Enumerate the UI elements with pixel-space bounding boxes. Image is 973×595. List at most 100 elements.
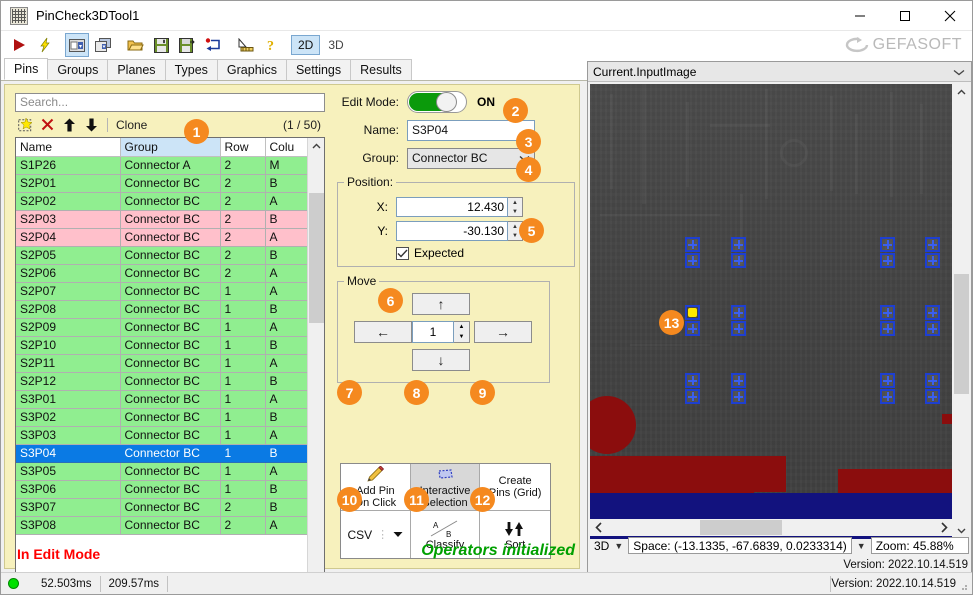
column-header-group[interactable]: Group [120,138,221,157]
pin-marker[interactable] [880,237,895,252]
pin-marker[interactable] [880,253,895,268]
viewer-mode-caret-icon[interactable]: ▼ [612,541,625,551]
canvas-scroll-up-icon[interactable] [953,84,970,101]
table-row[interactable]: S3P07 Connector BC 2 B [16,498,309,517]
view-mode-2d[interactable]: 2D [291,35,321,55]
run-icon[interactable] [7,33,31,57]
tab-groups[interactable]: Groups [47,59,109,80]
expected-row[interactable]: Expected [396,246,568,260]
canvas-vertical-scrollbar[interactable] [953,84,970,539]
scroll-thumb[interactable] [309,193,324,323]
minimize-button[interactable] [837,1,882,31]
table-row[interactable]: S2P04 Connector BC 2 A [16,228,309,247]
table-row[interactable]: S2P07 Connector BC 1 A [16,282,309,301]
search-input[interactable]: Search... [15,93,325,112]
move-step-spinner[interactable]: ▲ ▼ [454,321,470,343]
pin-marker[interactable] [925,237,940,252]
pin-marker[interactable] [685,389,700,404]
pin-marker[interactable] [880,321,895,336]
column-header-name[interactable]: Name [16,138,121,157]
move-step-input[interactable]: 1 [412,321,454,343]
pin-marker[interactable] [880,305,895,320]
table-row[interactable]: S2P12 Connector BC 1 B [16,372,309,391]
move-right-button[interactable]: → [474,321,532,343]
pin-marker[interactable] [925,389,940,404]
table-vertical-scrollbar[interactable] [307,138,324,594]
canvas-scroll-right-icon[interactable] [935,519,952,536]
viewer-source-select[interactable]: Current.InputImage [588,62,971,82]
table-row[interactable]: S3P02 Connector BC 1 B [16,408,309,427]
pin-marker[interactable] [880,373,895,388]
tab-pins[interactable]: Pins [4,58,49,80]
canvas-v-thumb[interactable] [954,274,969,394]
maximize-button[interactable] [882,1,927,31]
tab-results[interactable]: Results [350,59,412,80]
tab-types[interactable]: Types [164,59,218,80]
table-row[interactable]: S3P06 Connector BC 1 B [16,480,309,499]
table-row[interactable]: S2P05 Connector BC 2 B [16,246,309,265]
clone-button[interactable]: Clone [114,118,147,132]
pin-marker[interactable] [925,305,940,320]
help-icon[interactable]: ? [259,33,283,57]
pin-marker[interactable] [685,373,700,388]
x-input[interactable]: 12.430 [396,197,508,217]
x-spinner[interactable]: ▲ ▼ [508,197,523,217]
scroll-up-arrow-icon[interactable] [308,138,324,155]
copy-window-icon[interactable] [91,33,115,57]
pin-marker[interactable] [731,305,746,320]
image-canvas[interactable] [590,84,952,539]
table-row[interactable]: S2P08 Connector BC 1 B [16,300,309,319]
window-panel-icon[interactable] [65,33,89,57]
tab-planes[interactable]: Planes [107,59,166,80]
pin-marker[interactable] [731,373,746,388]
save-as-icon[interactable] [175,33,199,57]
column-header-row[interactable]: Row [220,138,266,157]
pin-marker[interactable] [685,237,700,252]
table-row[interactable]: S3P08 Connector BC 2 A [16,516,309,535]
pin-marker[interactable] [685,321,700,336]
canvas-h-thumb[interactable] [700,520,782,535]
dropdown-caret-icon[interactable] [393,529,403,541]
table-row[interactable]: S2P06 Connector BC 2 A [16,264,309,283]
table-row[interactable]: S2P01 Connector BC 2 B [16,174,309,193]
tab-graphics[interactable]: Graphics [216,59,287,80]
new-selection-icon[interactable] [15,115,35,134]
chevron-down-icon[interactable] [953,65,965,79]
table-row[interactable]: S3P03 Connector BC 1 A [16,426,309,445]
pin-marker[interactable] [925,373,940,388]
import-icon[interactable] [201,33,225,57]
move-step-down-icon[interactable]: ▼ [454,332,469,342]
x-spinner-up-icon[interactable]: ▲ [508,198,522,207]
save-icon[interactable] [149,33,173,57]
open-folder-icon[interactable] [123,33,147,57]
move-up-arrow-icon[interactable] [59,115,79,134]
pin-marker[interactable] [925,253,940,268]
expected-checkbox[interactable] [396,246,409,260]
pin-marker[interactable] [731,237,746,252]
table-row[interactable]: S2P11 Connector BC 1 A [16,354,309,373]
canvas-scroll-left-icon[interactable] [590,519,607,536]
table-row[interactable]: S2P02 Connector BC 2 A [16,192,309,211]
pin-marker[interactable] [731,253,746,268]
table-row[interactable]: S2P03 Connector BC 2 B [16,210,309,229]
column-header-col[interactable]: Colu [265,138,309,157]
pin-marker[interactable] [880,389,895,404]
table-row[interactable]: S3P04 Connector BC 1 B [16,444,309,463]
close-button[interactable] [927,1,972,31]
edit-mode-toggle[interactable] [407,91,467,113]
delete-x-icon[interactable] [37,115,57,134]
pin-marker[interactable] [731,321,746,336]
pin-marker[interactable] [731,389,746,404]
table-row[interactable]: S3P05 Connector BC 1 A [16,462,309,481]
table-row[interactable]: S2P09 Connector BC 1 A [16,318,309,337]
viewer-space-caret-icon[interactable]: ▼ [855,541,868,551]
move-down-button[interactable]: ↓ [412,349,470,371]
move-up-button[interactable]: ↑ [412,293,470,315]
tab-settings[interactable]: Settings [285,59,352,80]
lightning-icon[interactable] [33,33,57,57]
table-row[interactable]: S1P26 Connector A2M [16,156,309,175]
table-row[interactable]: S2P10 Connector BC 1 B [16,336,309,355]
resize-grip-icon[interactable] [958,581,968,591]
y-input[interactable]: -30.130 [396,221,508,241]
x-spinner-down-icon[interactable]: ▼ [508,207,522,216]
